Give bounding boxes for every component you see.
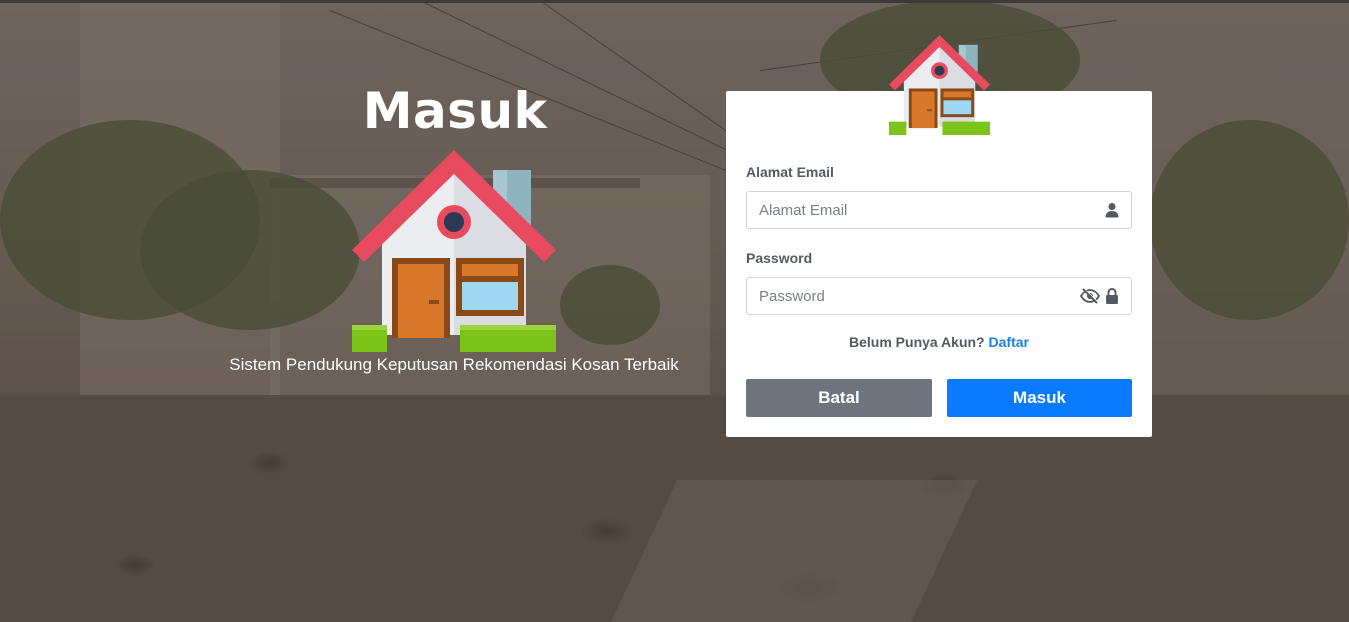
password-field[interactable] <box>747 278 1067 314</box>
signup-prompt-text: Belum Punya Akun? <box>849 334 985 350</box>
window-top-bar <box>0 0 1349 3</box>
cancel-button[interactable]: Batal <box>746 379 932 417</box>
lock-icon <box>1106 288 1118 304</box>
email-field[interactable] <box>747 192 1067 228</box>
login-button[interactable]: Masuk <box>947 379 1132 417</box>
password-label: Password <box>746 250 813 266</box>
card-house-icon <box>889 35 990 135</box>
password-field-wrapper <box>746 277 1132 315</box>
login-card: Alamat Email Password Belum Punya Akun? … <box>726 91 1152 437</box>
house-icon <box>352 150 556 352</box>
signup-prompt: Belum Punya Akun? Daftar <box>726 334 1152 350</box>
email-label: Alamat Email <box>746 164 834 180</box>
page-title: Masuk <box>362 82 548 140</box>
signup-link[interactable]: Daftar <box>989 334 1029 350</box>
email-field-wrapper <box>746 191 1132 229</box>
user-icon <box>1105 203 1119 218</box>
page-subtitle: Sistem Pendukung Keputusan Rekomendasi K… <box>229 355 679 374</box>
eye-slash-icon[interactable] <box>1080 288 1100 304</box>
